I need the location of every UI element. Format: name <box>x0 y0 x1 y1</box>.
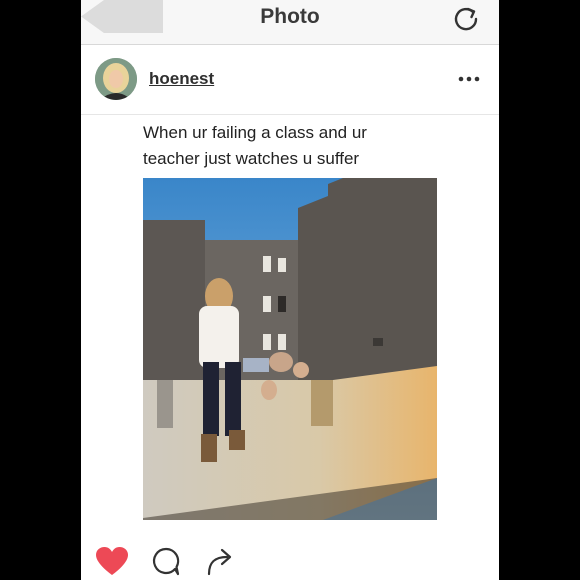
action-bar <box>81 540 499 580</box>
photo-screen: Photo hoenest When ur failing a class an… <box>81 0 499 580</box>
post-caption: When ur failing a class and ur teacher j… <box>143 120 463 172</box>
caption-line: When ur failing a class and ur <box>143 123 367 142</box>
share-icon[interactable] <box>205 546 237 576</box>
post-header: hoenest <box>81 45 499 115</box>
username-link[interactable]: hoenest <box>149 69 214 89</box>
post-photo[interactable] <box>143 178 437 520</box>
top-navigation-bar: Photo <box>81 0 499 45</box>
heart-icon[interactable] <box>95 546 129 576</box>
avatar[interactable] <box>95 58 137 100</box>
caption-line: teacher just watches u suffer <box>143 149 360 168</box>
more-options-icon[interactable] <box>457 73 481 85</box>
refresh-icon[interactable] <box>451 3 481 33</box>
comment-icon[interactable] <box>151 546 181 576</box>
page-title: Photo <box>260 5 320 28</box>
